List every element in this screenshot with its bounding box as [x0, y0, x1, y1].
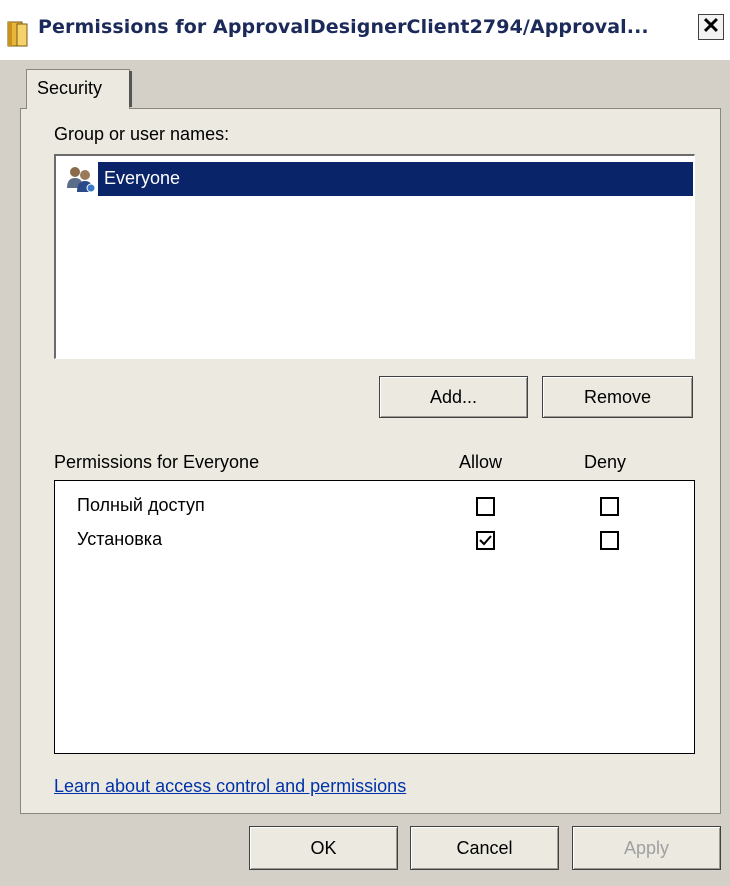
tab-divider: [129, 71, 132, 107]
allow-checkbox[interactable]: [476, 497, 495, 516]
remove-button[interactable]: Remove: [542, 376, 693, 418]
users-icon: [67, 167, 96, 193]
folder-icon: [7, 21, 28, 47]
checkmark-icon: [479, 535, 492, 546]
close-icon: ✕: [701, 13, 721, 38]
permission-name: Установка: [77, 529, 163, 549]
tab-label: Security: [37, 78, 103, 98]
permissions-list: Полный доступ Установка: [54, 480, 695, 754]
deny-column-header: Deny: [584, 452, 627, 472]
permission-name: Полный доступ: [77, 495, 205, 515]
learn-more-link[interactable]: Learn about access control and permissio…: [54, 776, 406, 797]
window-title: Permissions for ApprovalDesignerClient27…: [38, 16, 649, 38]
allow-column-header: Allow: [459, 452, 503, 472]
permissions-header: Permissions for Everyone: [54, 452, 260, 472]
list-item-label: Everyone: [104, 168, 181, 188]
deny-checkbox[interactable]: [600, 531, 619, 550]
close-button[interactable]: ✕: [698, 14, 724, 40]
ok-button[interactable]: OK: [249, 826, 398, 870]
tab-security[interactable]: Security: [26, 69, 130, 109]
permission-row: Полный доступ: [55, 491, 694, 523]
title-bar[interactable]: Permissions for ApprovalDesignerClient27…: [0, 0, 730, 60]
group-user-listbox[interactable]: Everyone: [54, 154, 695, 359]
add-button[interactable]: Add...: [379, 376, 528, 418]
list-item-everyone[interactable]: Everyone: [64, 162, 693, 196]
selection-highlight: [98, 162, 693, 196]
allow-checkbox[interactable]: [476, 531, 495, 550]
permission-row: Установка: [55, 525, 694, 557]
deny-checkbox[interactable]: [600, 497, 619, 516]
permissions-dialog: Permissions for ApprovalDesignerClient27…: [0, 0, 730, 886]
group-or-user-names-label: Group or user names:: [54, 124, 230, 144]
apply-button[interactable]: Apply: [572, 826, 721, 870]
cancel-button[interactable]: Cancel: [410, 826, 559, 870]
